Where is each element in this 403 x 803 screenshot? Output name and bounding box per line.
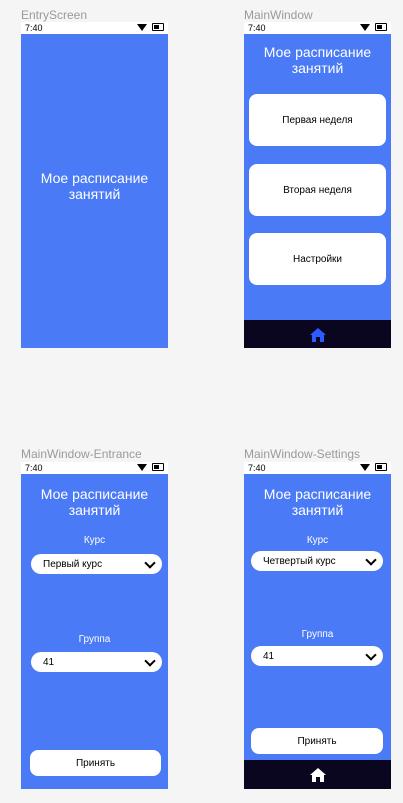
chevron-down-icon [144, 654, 156, 667]
wifi-icon [360, 463, 370, 471]
first-week-label: Первая неделя [282, 114, 353, 126]
status-icons [360, 463, 387, 471]
main-window: 7:40 Мое расписание занятий Первая недел… [244, 22, 391, 348]
first-week-button[interactable]: Первая неделя [249, 94, 386, 146]
wifi-icon [360, 23, 370, 31]
bottom-nav [244, 760, 391, 789]
home-icon[interactable] [309, 767, 327, 783]
accept-button[interactable]: Принять [251, 728, 383, 754]
status-icons [360, 23, 387, 31]
app-title: Мое расписание занятий [40, 170, 149, 202]
status-bar: 7:40 [21, 22, 168, 34]
frame-label-entrance: MainWindow-Entrance [21, 447, 142, 461]
status-bar: 7:40 [244, 462, 391, 474]
group-select[interactable]: 41 [251, 646, 383, 666]
settings-label: Настройки [292, 253, 343, 265]
course-label: Курс [83, 535, 106, 546]
app-title: Мое расписание занятий [40, 486, 149, 518]
course-select[interactable]: Четвертый курс [251, 551, 383, 571]
frame-label-settings: MainWindow-Settings [244, 447, 361, 461]
battery-icon [375, 23, 387, 31]
status-time: 7:40 [25, 23, 43, 33]
group-label: Группа [78, 634, 111, 645]
settings-window: 7:40 Мое расписание занятий Курс Четверт… [244, 462, 391, 789]
course-value: Четвертый курс [263, 555, 336, 567]
accept-button[interactable]: Принять [30, 750, 161, 776]
course-value: Первый курс [43, 558, 103, 570]
group-value: 41 [43, 656, 55, 668]
course-label: Курс [306, 535, 329, 546]
app-title: Мое расписание занятий [263, 486, 372, 518]
second-week-label: Вторая неделя [283, 184, 352, 196]
status-bar: 7:40 [244, 22, 391, 34]
wifi-icon [137, 23, 147, 31]
frame-label-entry: EntryScreen [21, 8, 88, 22]
app-title: Мое расписание занятий [263, 44, 372, 76]
chevron-down-icon [365, 553, 377, 566]
accept-label: Принять [75, 757, 116, 769]
status-time: 7:40 [248, 463, 266, 473]
frame-label-main: MainWindow [244, 8, 313, 22]
status-icons [137, 463, 164, 471]
bottom-nav [244, 320, 391, 348]
group-select[interactable]: 41 [31, 652, 162, 672]
chevron-down-icon [365, 648, 377, 661]
course-select[interactable]: Первый курс [31, 554, 162, 574]
settings-button[interactable]: Настройки [249, 233, 386, 285]
battery-icon [152, 463, 164, 471]
status-time: 7:40 [248, 23, 266, 33]
group-value: 41 [263, 650, 275, 662]
chevron-down-icon [144, 556, 156, 569]
status-time: 7:40 [25, 463, 43, 473]
status-icons [137, 23, 164, 31]
battery-icon [152, 23, 164, 31]
accept-label: Принять [297, 735, 337, 747]
second-week-button[interactable]: Вторая неделя [249, 164, 386, 216]
entry-screen: 7:40 Мое расписание занятий [21, 22, 168, 348]
status-bar: 7:40 [21, 462, 168, 474]
home-icon[interactable] [309, 327, 327, 343]
battery-icon [375, 463, 387, 471]
wifi-icon [137, 463, 147, 471]
entrance-window: 7:40 Мое расписание занятий Курс Первый … [21, 462, 168, 789]
group-label: Группа [301, 629, 334, 640]
